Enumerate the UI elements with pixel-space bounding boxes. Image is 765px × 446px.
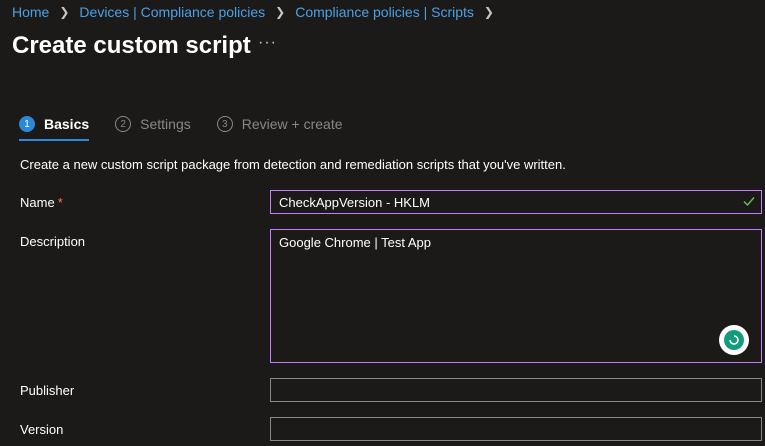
breadcrumb-scripts[interactable]: Compliance policies | Scripts <box>295 4 474 20</box>
chevron-right-icon: ❯ <box>275 5 286 19</box>
breadcrumb: Home ❯ Devices | Compliance policies ❯ C… <box>12 4 504 20</box>
spinner-arc-icon <box>729 335 739 345</box>
step-review-create[interactable]: 3 Review + create <box>216 116 343 141</box>
required-indicator: * <box>57 195 63 210</box>
checkmark-icon <box>743 197 755 207</box>
name-field[interactable] <box>270 190 762 214</box>
form-intro-text: Create a new custom script package from … <box>20 157 566 172</box>
name-label: Name * <box>20 195 63 210</box>
step-label: Settings <box>140 116 191 132</box>
breadcrumb-home[interactable]: Home <box>12 4 49 20</box>
name-label-text: Name <box>20 195 55 210</box>
description-label: Description <box>20 234 86 249</box>
version-field[interactable] <box>270 417 762 441</box>
chevron-right-icon: ❯ <box>59 5 70 19</box>
assistant-badge <box>724 330 744 350</box>
step-label: Basics <box>44 116 90 132</box>
publisher-field[interactable] <box>270 378 762 402</box>
publisher-label: Publisher <box>20 383 75 398</box>
wizard-steps: 1 Basics 2 Settings 3 Review + create <box>19 116 369 141</box>
step-number-badge: 1 <box>19 116 35 132</box>
step-label: Review + create <box>241 116 343 132</box>
step-basics[interactable]: 1 Basics <box>19 116 90 141</box>
page-title: Create custom script <box>12 32 251 59</box>
step-settings[interactable]: 2 Settings <box>115 116 191 141</box>
version-label: Version <box>20 422 64 437</box>
more-options-button[interactable]: ··· <box>258 34 277 52</box>
chevron-right-icon: ❯ <box>483 5 494 19</box>
breadcrumb-compliance-policies[interactable]: Devices | Compliance policies <box>79 4 265 20</box>
step-number-badge: 2 <box>115 116 132 132</box>
description-field[interactable]: Google Chrome | Test App <box>270 229 762 363</box>
step-number-badge: 3 <box>216 116 233 132</box>
writing-assistant-icon[interactable] <box>719 325 749 355</box>
